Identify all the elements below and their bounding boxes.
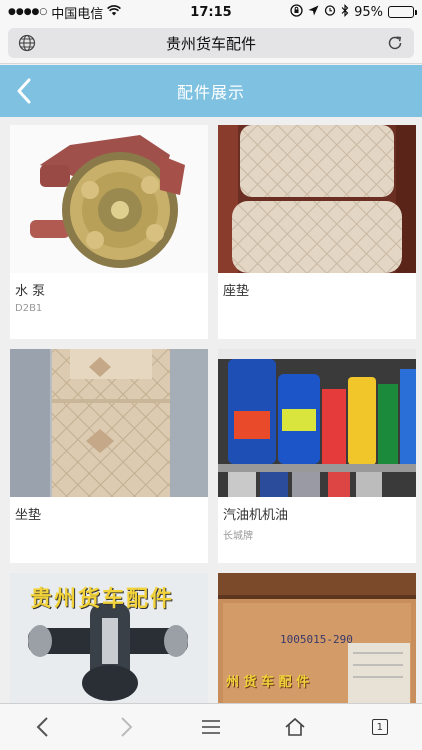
- product-subtitle: 长城牌: [223, 531, 253, 542]
- product-image-seat-cover: [10, 349, 208, 497]
- product-image-parts-box: 1005015-290 州 货 车 配 件: [218, 573, 416, 703]
- product-subtitle: D2B1: [15, 303, 43, 314]
- tabs-button[interactable]: 1: [360, 707, 400, 747]
- address-field[interactable]: 贵州货车配件: [8, 28, 414, 58]
- product-title: 水 泵: [15, 284, 46, 299]
- browser-address-bar: 贵州货车配件: [0, 24, 422, 64]
- product-card-water-pump[interactable]: 水 泵 D2B1: [10, 125, 208, 339]
- bluetooth-icon: [341, 3, 349, 21]
- product-title: 汽油机机油: [223, 508, 289, 523]
- product-image-engine-oil: [218, 349, 416, 497]
- product-title: 坐垫: [15, 508, 42, 523]
- carrier-label: 中国电信: [51, 6, 104, 22]
- chevron-left-icon: [17, 78, 31, 104]
- product-grid: 水 泵 D2B1 座垫 坐垫 汽油机机油 长城牌 贵州货车配件 1005015-…: [0, 117, 422, 703]
- menu-icon: [201, 720, 220, 734]
- product-card-parts-box[interactable]: 1005015-290 州 货 车 配 件: [218, 573, 416, 703]
- home-button[interactable]: [275, 707, 315, 747]
- page-title: 贵州货车配件: [165, 34, 256, 53]
- back-nav-button[interactable]: [22, 707, 62, 747]
- reload-icon[interactable]: [386, 34, 404, 52]
- home-icon: [285, 717, 305, 736]
- product-card-universal-joint[interactable]: 贵州货车配件: [10, 573, 208, 703]
- status-left: ●●●●○ 中国电信: [8, 3, 122, 22]
- product-card-seat-cushion[interactable]: 座垫: [218, 125, 416, 339]
- product-image-seat-cushion: [218, 125, 416, 273]
- box-part-code: 1005015-290: [280, 633, 353, 646]
- chevron-left-icon: [36, 717, 48, 737]
- product-title: 座垫: [223, 284, 250, 299]
- app-header: 配件展示: [0, 65, 422, 117]
- tabs-count: 1: [371, 719, 388, 735]
- globe-icon[interactable]: [18, 34, 36, 52]
- battery-percent: 95%: [354, 4, 383, 20]
- status-right: 95%: [290, 3, 417, 21]
- menu-button[interactable]: [191, 707, 231, 747]
- wifi-icon: [107, 4, 122, 20]
- product-card-seat-cover[interactable]: 坐垫: [10, 349, 208, 563]
- status-bar: ●●●●○ 中国电信 17:15 95%: [0, 0, 422, 24]
- back-button[interactable]: [8, 75, 40, 107]
- chevron-right-icon: [120, 717, 132, 737]
- product-image-universal-joint: 贵州货车配件: [10, 573, 208, 703]
- product-card-engine-oil[interactable]: 汽油机机油 长城牌: [218, 349, 416, 563]
- product-watermark: 贵州货车配件: [30, 587, 175, 612]
- forward-nav-button[interactable]: [107, 707, 147, 747]
- browser-toolbar: 1: [0, 703, 422, 750]
- product-image-water-pump: [10, 125, 208, 273]
- location-icon: [308, 5, 319, 20]
- alarm-icon: [324, 4, 336, 20]
- signal-icon: ●●●●○: [8, 7, 48, 17]
- battery-icon: [388, 6, 417, 18]
- header-title: 配件展示: [176, 83, 245, 102]
- product-watermark: 州 货 车 配 件: [226, 675, 310, 690]
- orientation-lock-icon: [290, 3, 303, 21]
